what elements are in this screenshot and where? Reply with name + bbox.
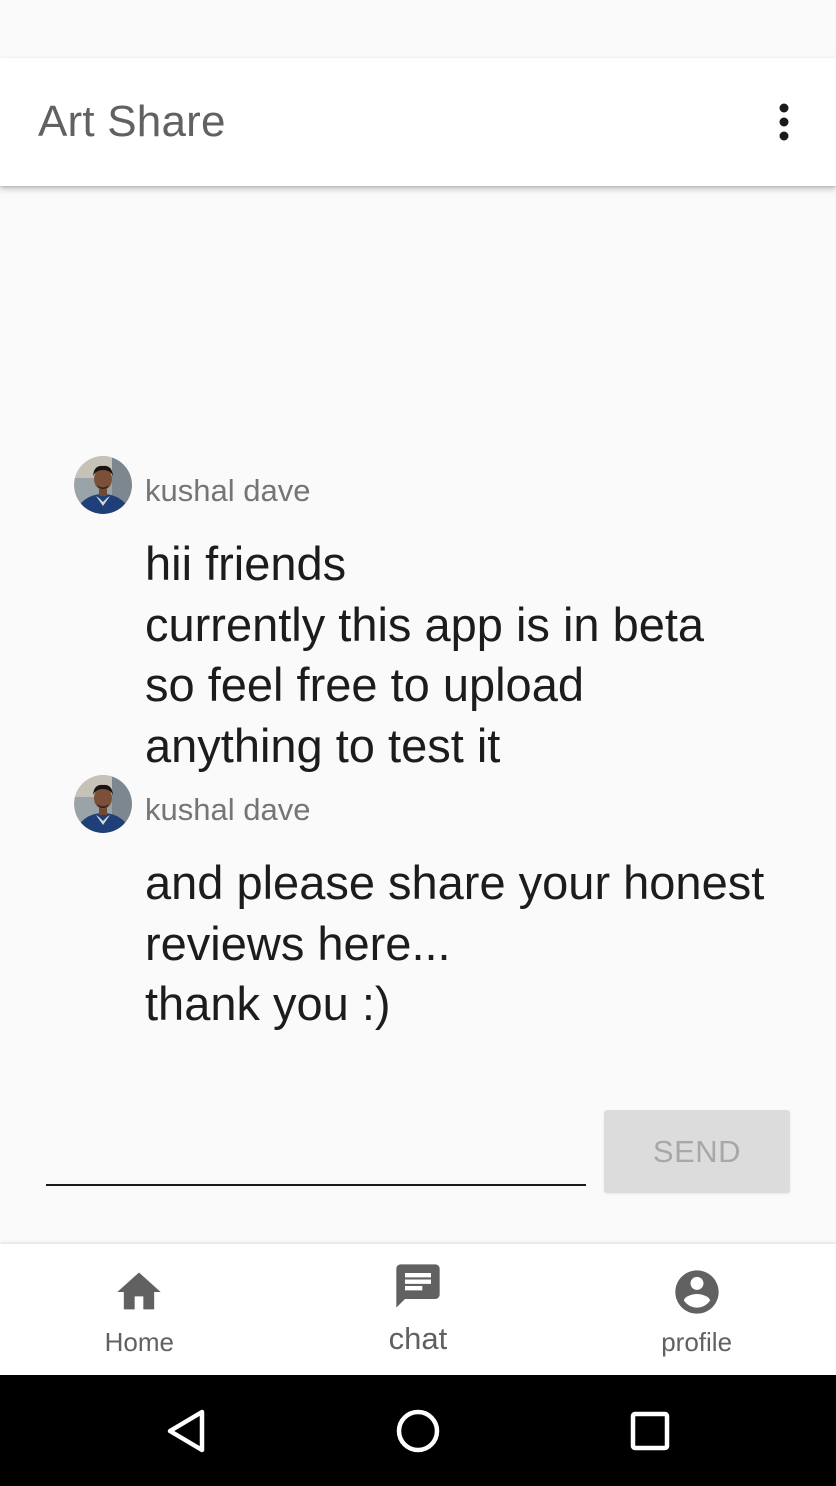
message-text: hii friends currently this app is in bet… (145, 537, 705, 772)
overflow-menu-button[interactable] (764, 98, 804, 146)
user-avatar[interactable] (74, 775, 132, 833)
home-circle-icon (396, 1409, 440, 1453)
status-bar (0, 0, 836, 58)
app-title: Art Share (38, 97, 226, 146)
message-author: kushal dave (145, 792, 311, 827)
screen: Art Share kushal dave hii friends curren… (0, 0, 836, 1486)
account-circle-icon (674, 1270, 719, 1314)
app-bar: Art Share (0, 58, 836, 186)
more-vert-icon (779, 103, 789, 141)
system-recents-button[interactable] (622, 1403, 678, 1459)
nav-item-home[interactable]: Home (0, 1244, 279, 1375)
nav-item-profile[interactable]: profile (557, 1244, 836, 1375)
bottom-navigation: Home chat profile (0, 1244, 836, 1375)
nav-label-chat: chat (388, 1321, 448, 1356)
user-avatar[interactable] (74, 456, 132, 514)
chat-content: kushal dave hii friends currently this a… (0, 186, 836, 1244)
message-input[interactable] (46, 1130, 586, 1186)
nav-label-profile: profile (661, 1327, 733, 1357)
home-icon (117, 1272, 161, 1310)
chat-icon (396, 1264, 440, 1308)
system-home-button[interactable] (390, 1403, 446, 1459)
message-text: and please share your honest reviews her… (145, 856, 765, 1030)
send-button[interactable]: SEND (604, 1110, 790, 1193)
system-navigation-bar (0, 1375, 836, 1486)
system-back-button[interactable] (158, 1403, 214, 1459)
nav-item-chat[interactable]: chat (279, 1244, 558, 1375)
back-triangle-icon (167, 1409, 205, 1453)
chat-message: kushal dave hii friends currently this a… (74, 456, 774, 776)
recents-square-icon (630, 1411, 670, 1451)
nav-label-home: Home (104, 1327, 174, 1357)
message-author: kushal dave (145, 473, 311, 508)
chat-message: kushal dave and please share your honest… (74, 775, 774, 1035)
